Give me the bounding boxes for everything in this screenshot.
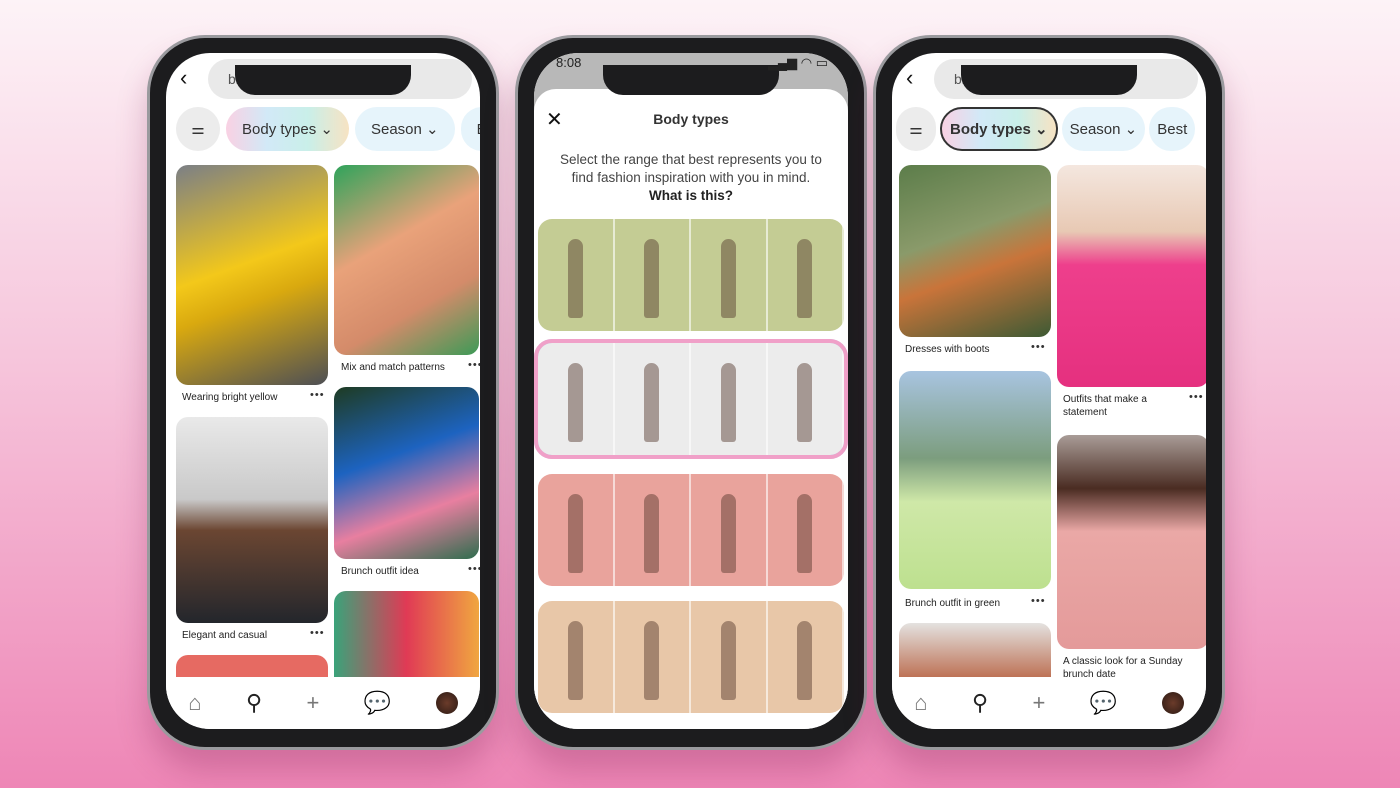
pin-image[interactable] bbox=[334, 387, 479, 559]
notch bbox=[235, 65, 411, 95]
best-chip[interactable]: B bbox=[460, 107, 480, 151]
chip-label: Best bbox=[1157, 120, 1188, 138]
chip-label: B bbox=[477, 121, 480, 138]
chip-label: Season bbox=[1069, 120, 1121, 138]
body-types-screen: 8:08 ▂▄▆ ◠ ▭ ✕ Body types Select the ran… bbox=[534, 53, 848, 729]
avatar[interactable] bbox=[1161, 692, 1184, 714]
chip-label: Body types bbox=[242, 120, 317, 138]
description-text: Select the range that best represents yo… bbox=[560, 152, 822, 185]
pin-caption[interactable]: Brunch outfit idea bbox=[341, 565, 419, 578]
more-icon[interactable]: ••• bbox=[468, 563, 480, 575]
avatar[interactable] bbox=[435, 692, 458, 714]
more-icon[interactable]: ••• bbox=[310, 627, 325, 639]
search-icon[interactable]: ⚲ bbox=[246, 690, 262, 716]
phone-middle: 8:08 ▂▄▆ ◠ ▭ ✕ Body types Select the ran… bbox=[515, 35, 867, 750]
phone-left: ‹ brunch outfits ⚌ Body types ⌄ Season ⌄… bbox=[147, 35, 499, 750]
body-type-option[interactable] bbox=[538, 219, 844, 331]
season-chip[interactable]: Season ⌄ bbox=[354, 107, 455, 151]
bottom-nav: ⌂ ⚲ + 💬 bbox=[166, 677, 480, 729]
notch bbox=[961, 65, 1137, 95]
more-icon[interactable]: ••• bbox=[1031, 595, 1046, 607]
status-time: 8:08 bbox=[556, 55, 582, 70]
notch bbox=[603, 65, 779, 95]
pin-caption[interactable]: Mix and match patterns bbox=[341, 361, 445, 374]
search-results-screen: ‹ brunch outfits ⚌ Body types ⌄ Season ⌄… bbox=[892, 53, 1206, 729]
plus-icon[interactable]: + bbox=[307, 690, 320, 716]
pin-image[interactable] bbox=[1057, 435, 1206, 649]
filter-button[interactable]: ⚌ bbox=[176, 107, 220, 151]
pin-image[interactable] bbox=[899, 371, 1051, 589]
pin-caption[interactable]: Outfits that make a statement bbox=[1063, 393, 1183, 419]
plus-icon[interactable]: + bbox=[1033, 690, 1046, 716]
back-icon[interactable]: ‹ bbox=[906, 65, 913, 91]
modal-description: Select the range that best represents yo… bbox=[558, 151, 824, 205]
search-icon[interactable]: ⚲ bbox=[972, 690, 988, 716]
pin-image[interactable] bbox=[899, 165, 1051, 337]
signal-wifi-battery-icon: ▂▄▆ ◠ ▭ bbox=[767, 55, 828, 70]
search-results-screen: ‹ brunch outfits ⚌ Body types ⌄ Season ⌄… bbox=[166, 53, 480, 729]
best-chip[interactable]: Best bbox=[1149, 107, 1196, 151]
pin-image[interactable] bbox=[334, 165, 479, 355]
sliders-icon: ⚌ bbox=[191, 121, 205, 138]
body-types-chip-selected[interactable]: Body types ⌄ bbox=[940, 107, 1058, 151]
pin-image[interactable] bbox=[176, 417, 328, 623]
chat-icon[interactable]: 💬 bbox=[364, 690, 391, 716]
back-icon[interactable]: ‹ bbox=[180, 65, 187, 91]
body-types-sheet: ✕ Body types Select the range that best … bbox=[534, 89, 848, 729]
sliders-icon: ⚌ bbox=[909, 121, 923, 138]
pin-image[interactable] bbox=[176, 165, 328, 385]
pin-caption[interactable]: Wearing bright yellow bbox=[182, 391, 277, 404]
more-icon[interactable]: ••• bbox=[1189, 391, 1204, 403]
pin-image[interactable] bbox=[1057, 165, 1206, 387]
body-types-chip[interactable]: Body types ⌄ bbox=[226, 107, 349, 151]
body-type-option-selected[interactable] bbox=[534, 339, 848, 459]
modal-title: Body types bbox=[653, 111, 729, 127]
pin-caption[interactable]: Elegant and casual bbox=[182, 629, 267, 642]
body-type-option[interactable] bbox=[538, 474, 844, 586]
home-icon[interactable]: ⌂ bbox=[188, 690, 201, 716]
more-icon[interactable]: ••• bbox=[1031, 341, 1046, 353]
chip-label: Season bbox=[370, 120, 422, 138]
filter-button[interactable]: ⚌ bbox=[896, 107, 936, 151]
body-type-option[interactable] bbox=[538, 601, 844, 713]
home-icon[interactable]: ⌂ bbox=[914, 690, 927, 716]
more-icon[interactable]: ••• bbox=[468, 359, 480, 371]
phone-right: ‹ brunch outfits ⚌ Body types ⌄ Season ⌄… bbox=[873, 35, 1225, 750]
what-is-this-link[interactable]: What is this? bbox=[649, 188, 733, 203]
pin-caption[interactable]: Dresses with boots bbox=[905, 343, 989, 356]
season-chip[interactable]: Season ⌄ bbox=[1061, 107, 1146, 151]
chip-label: Body types bbox=[950, 120, 1031, 138]
chat-icon[interactable]: 💬 bbox=[1090, 690, 1117, 716]
pin-caption[interactable]: Brunch outfit in green bbox=[905, 597, 1000, 610]
more-icon[interactable]: ••• bbox=[310, 389, 325, 401]
bottom-nav: ⌂ ⚲ + 💬 bbox=[892, 677, 1206, 729]
